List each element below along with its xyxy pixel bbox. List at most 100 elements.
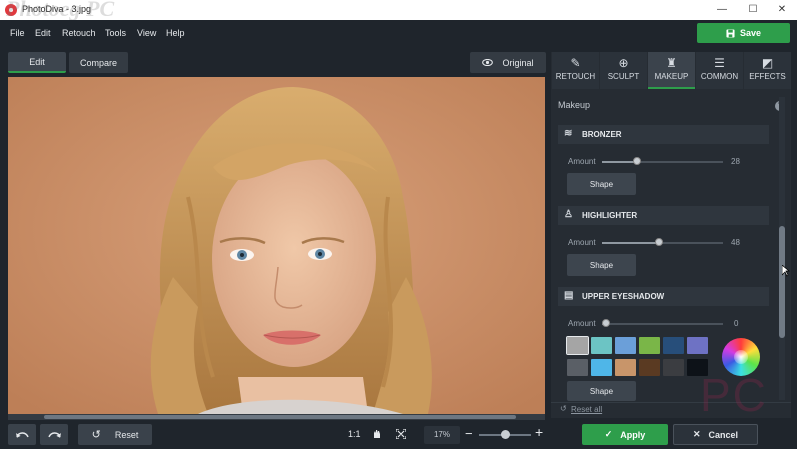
tab-common[interactable]: ☰ COMMON bbox=[696, 52, 743, 89]
bronzer-icon: ≋ bbox=[564, 128, 573, 139]
color-swatch[interactable] bbox=[615, 358, 636, 376]
color-swatch-grid bbox=[566, 336, 715, 377]
tab-retouch[interactable]: ✎ RETOUCH bbox=[552, 52, 599, 89]
photo-canvas[interactable] bbox=[8, 77, 545, 414]
reset-all-link[interactable]: Reset all bbox=[571, 405, 602, 414]
bronzer-shape-button[interactable]: Shape bbox=[567, 173, 636, 195]
save-label: Save bbox=[739, 28, 762, 38]
section-eyeshadow-title: UPPER EYESHADOW bbox=[582, 292, 665, 301]
eyeshadow-value: 0 bbox=[734, 319, 739, 328]
tab-compare[interactable]: Compare bbox=[69, 52, 128, 73]
color-swatch[interactable] bbox=[639, 358, 660, 376]
reset-all-icon: ↺ bbox=[560, 404, 567, 413]
zoom-level-field[interactable]: 17% bbox=[424, 426, 460, 444]
highlighter-amount-label: Amount bbox=[568, 238, 596, 247]
menu-help[interactable]: Help bbox=[166, 28, 185, 38]
tab-sculpt[interactable]: ⊕ SCULPT bbox=[600, 52, 647, 89]
menu-retouch[interactable]: Retouch bbox=[62, 28, 96, 38]
section-bronzer[interactable]: ≋ BRONZER bbox=[558, 125, 769, 144]
eyeshadow-icon: ▤ bbox=[564, 290, 574, 301]
eye-icon bbox=[482, 59, 494, 66]
cancel-label: Cancel bbox=[708, 429, 739, 440]
menu-view[interactable]: View bbox=[137, 28, 156, 38]
undo-icon bbox=[15, 431, 29, 438]
horizontal-scroll-thumb[interactable] bbox=[44, 415, 516, 419]
effects-icon: ◩ bbox=[761, 56, 774, 70]
color-swatch[interactable] bbox=[687, 337, 708, 354]
redo-button[interactable] bbox=[40, 424, 68, 445]
color-swatch[interactable] bbox=[615, 337, 636, 354]
eyeshadow-slider-knob[interactable] bbox=[602, 319, 610, 327]
mouse-cursor-icon bbox=[782, 265, 790, 277]
title-bar: PhotoDiva - 3.jpg Photoeg PC — ☐ ✕ bbox=[0, 0, 797, 21]
watermark-bottom: PC bbox=[700, 369, 768, 421]
tab-makeup-label: MAKEUP bbox=[654, 72, 689, 81]
menu-tools[interactable]: Tools bbox=[105, 28, 126, 38]
sculpt-icon: ⊕ bbox=[618, 56, 629, 70]
color-swatch[interactable] bbox=[591, 358, 612, 376]
tab-makeup[interactable]: ♜ MAKEUP bbox=[648, 52, 695, 89]
save-button[interactable]: Save bbox=[697, 23, 790, 43]
section-highlighter[interactable]: ♙ HIGHLIGHTER bbox=[558, 206, 769, 225]
zoom-slider-knob[interactable] bbox=[501, 430, 510, 439]
tab-retouch-label: RETOUCH bbox=[555, 72, 596, 81]
panel-scroll-thumb[interactable] bbox=[779, 226, 785, 338]
eyeshadow-amount-label: Amount bbox=[568, 319, 596, 328]
bronzer-slider-fill bbox=[602, 161, 637, 163]
highlighter-icon: ♙ bbox=[564, 209, 573, 220]
cancel-icon: ✕ bbox=[692, 429, 701, 439]
cancel-button[interactable]: ✕ Cancel bbox=[673, 424, 758, 445]
color-swatch[interactable] bbox=[566, 336, 589, 355]
fit-screen-icon[interactable] bbox=[396, 429, 406, 439]
reset-label: Reset bbox=[114, 429, 139, 440]
eyeshadow-slider-track[interactable] bbox=[602, 323, 723, 325]
color-swatch[interactable] bbox=[639, 337, 660, 354]
highlighter-value: 48 bbox=[731, 238, 740, 247]
maximize-button[interactable]: ☐ bbox=[738, 0, 768, 20]
watermark-top: Photoeg PC bbox=[6, 0, 115, 21]
menu-file[interactable]: File bbox=[10, 28, 25, 38]
color-swatch[interactable] bbox=[663, 337, 684, 354]
highlighter-slider-fill bbox=[602, 242, 659, 244]
minimize-button[interactable]: — bbox=[707, 0, 737, 20]
actual-size-button[interactable]: 1:1 bbox=[348, 429, 361, 439]
check-icon: ✓ bbox=[604, 429, 613, 439]
menu-edit[interactable]: Edit bbox=[35, 28, 51, 38]
photodiva-window: PhotoDiva - 3.jpg Photoeg PC — ☐ ✕ File … bbox=[0, 0, 797, 449]
sliders-icon: ☰ bbox=[714, 56, 725, 70]
apply-label: Apply bbox=[620, 429, 646, 440]
bronzer-slider-knob[interactable] bbox=[633, 157, 641, 165]
tab-sculpt-label: SCULPT bbox=[607, 72, 640, 81]
color-swatch[interactable] bbox=[591, 337, 612, 354]
color-swatch[interactable] bbox=[567, 358, 588, 376]
hand-tool-icon[interactable] bbox=[372, 429, 382, 439]
makeup-icon: ♜ bbox=[666, 56, 677, 70]
undo-button[interactable] bbox=[8, 424, 36, 445]
tab-edit[interactable]: Edit bbox=[8, 52, 66, 73]
highlighter-shape-button[interactable]: Shape bbox=[567, 254, 636, 276]
portrait-photo bbox=[8, 77, 545, 414]
highlighter-slider-knob[interactable] bbox=[655, 238, 663, 246]
original-button[interactable]: Original bbox=[470, 52, 546, 73]
tab-effects-label: EFFECTS bbox=[749, 72, 786, 81]
color-swatch[interactable] bbox=[663, 358, 684, 376]
section-upper-eyeshadow[interactable]: ▤ UPPER EYESHADOW bbox=[558, 287, 769, 306]
section-bronzer-title: BRONZER bbox=[582, 130, 622, 139]
original-label: Original bbox=[502, 57, 534, 68]
zoom-out-button[interactable]: − bbox=[465, 426, 473, 441]
tab-common-label: COMMON bbox=[700, 72, 739, 81]
bronzer-amount-label: Amount bbox=[568, 157, 596, 166]
tab-effects[interactable]: ◩ EFFECTS bbox=[744, 52, 791, 89]
close-window-button[interactable]: ✕ bbox=[767, 0, 797, 20]
section-highlighter-title: HIGHLIGHTER bbox=[582, 211, 638, 220]
zoom-in-button[interactable]: + bbox=[535, 424, 543, 440]
panel-title: Makeup bbox=[558, 100, 591, 110]
redo-icon bbox=[47, 431, 61, 438]
save-icon bbox=[726, 28, 735, 38]
reset-button[interactable]: ↺ Reset bbox=[78, 424, 152, 445]
reset-icon: ↺ bbox=[91, 429, 101, 441]
retouch-icon: ✎ bbox=[570, 56, 581, 70]
bronzer-value: 28 bbox=[731, 157, 740, 166]
eyeshadow-shape-button[interactable]: Shape bbox=[567, 381, 636, 401]
apply-button[interactable]: ✓ Apply bbox=[582, 424, 668, 445]
